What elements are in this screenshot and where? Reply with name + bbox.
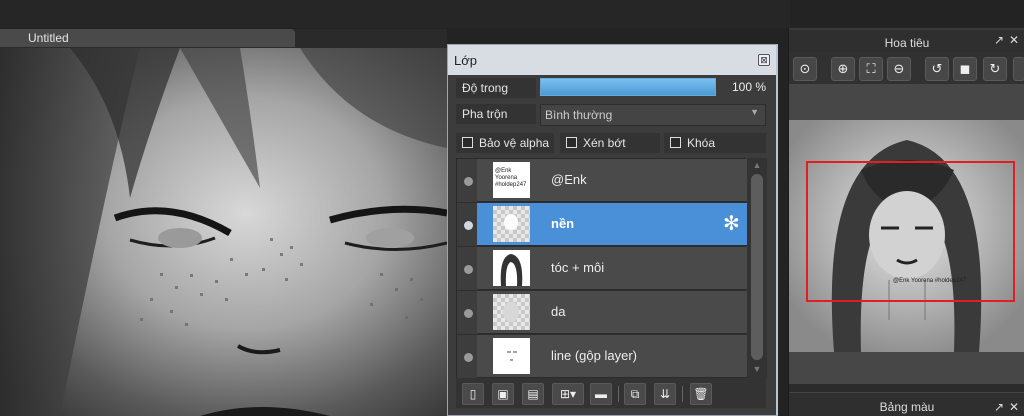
rotate-right-icon[interactable]: ↻ — [983, 57, 1007, 81]
eye-dot — [464, 353, 473, 362]
more-tools-icon[interactable] — [1013, 57, 1024, 81]
navigator-toolbar: ⊙ ⊕ ⛶ ⊖ ↺ ◼ ↻ — [789, 52, 1024, 84]
popout-icon[interactable]: ↗ — [993, 401, 1005, 413]
eye-dot — [464, 309, 473, 318]
lock-label: Khóa — [687, 136, 716, 150]
close-icon[interactable]: ✕ — [1008, 34, 1020, 46]
zoom-out-icon[interactable]: ⊖ — [887, 57, 911, 81]
layer-list-scrollbar[interactable]: ▲ ▼ — [747, 158, 767, 378]
navigator-header: Hoa tiêu ↗ ✕ — [789, 28, 1024, 52]
layer-row-line[interactable]: line (gộp layer) — [457, 335, 747, 378]
canvas-artwork — [0, 48, 447, 416]
thumbnail-art — [503, 302, 519, 322]
document-tab-label: Untitled — [28, 31, 69, 45]
eye-dot — [464, 177, 473, 186]
layer-list: @Enk Yoorena #holdep247 @Enk nền ✻ tóc +… — [456, 158, 747, 378]
visibility-column — [457, 203, 477, 246]
opacity-label: Độ trong — [456, 78, 536, 98]
drawing-canvas[interactable] — [0, 48, 447, 416]
opacity-slider-fill — [541, 79, 715, 95]
eye-icon[interactable] — [461, 218, 473, 230]
lock-checkbox[interactable]: Khóa — [664, 133, 766, 153]
close-icon[interactable]: ⊠ — [758, 54, 770, 66]
layer-name: da — [551, 304, 566, 319]
zoom-in-icon[interactable]: ⊕ — [831, 57, 855, 81]
eye-dot — [464, 221, 473, 230]
new-layer-1bit-icon[interactable]: ▤ — [522, 383, 544, 405]
new-layer-8bit-icon[interactable]: ▣ — [492, 383, 514, 405]
chevron-down-icon: ▼ — [750, 107, 759, 117]
layer-thumbnail: @Enk Yoorena #holdep247 — [493, 162, 530, 198]
blend-mode-label: Pha trộn — [456, 104, 536, 124]
opacity-value: 100 % — [731, 80, 766, 94]
layer-name: @Enk — [551, 172, 587, 187]
blend-mode-select[interactable]: Bình thường ▼ — [540, 104, 766, 126]
layer-thumbnail — [493, 250, 530, 286]
checkbox-box — [670, 137, 681, 148]
clipping-checkbox[interactable]: Xén bớt — [560, 133, 660, 153]
visibility-column — [457, 159, 477, 202]
popout-icon[interactable]: ↗ — [993, 34, 1005, 46]
checkbox-box — [462, 137, 473, 148]
layer-row-da[interactable]: da — [457, 291, 747, 334]
visibility-column — [457, 247, 477, 290]
opacity-slider[interactable] — [540, 78, 716, 96]
rotate-left-icon[interactable]: ↺ — [925, 57, 949, 81]
layers-panel-title: Lớp — [454, 53, 477, 68]
layer-name: line (gộp layer) — [551, 348, 637, 363]
add-layer-menu-icon[interactable]: ⊞▾ — [552, 383, 584, 405]
eye-dot — [464, 265, 473, 274]
fit-icon[interactable]: ⛶ — [859, 57, 883, 81]
layer-row-toc-moi[interactable]: tóc + môi — [457, 247, 747, 290]
layer-row-nen[interactable]: nền ✻ — [457, 203, 747, 246]
duplicate-layer-icon[interactable]: ⧉ — [624, 383, 646, 405]
thumbnail-art — [500, 254, 523, 286]
navigator-title: Hoa tiêu — [884, 36, 930, 50]
new-folder-icon[interactable]: ▬ — [590, 383, 612, 405]
clipping-label: Xén bớt — [583, 136, 626, 150]
reset-view-icon[interactable]: ◼ — [953, 57, 977, 81]
scroll-thumb[interactable] — [751, 174, 763, 360]
toolbar-separator — [682, 386, 683, 402]
thumbnail-art — [507, 351, 517, 361]
checkbox-box — [566, 137, 577, 148]
scroll-down-icon[interactable]: ▼ — [751, 364, 763, 376]
toolbar-separator — [618, 386, 619, 402]
layers-panel-header: Lớp ⊠ — [448, 45, 776, 75]
layer-thumbnail — [493, 294, 530, 330]
layers-panel: Lớp ⊠ Độ trong 100 % Pha trộn Bình thườn… — [447, 44, 778, 416]
scroll-up-icon[interactable]: ▲ — [751, 160, 763, 172]
document-tab[interactable]: Untitled — [0, 29, 295, 48]
protect-alpha-label: Bảo vệ alpha — [479, 136, 550, 150]
layer-toolbar: ▯ ▣ ▤ ⊞▾ ▬ ⧉ ⇊ 🗑 — [456, 378, 766, 408]
eye-icon[interactable] — [461, 262, 473, 274]
eye-icon[interactable] — [461, 306, 473, 318]
visibility-column — [457, 335, 477, 378]
merge-down-icon[interactable]: ⇊ — [654, 383, 676, 405]
palette-title: Bảng màu — [879, 400, 935, 414]
navigator-panel: Hoa tiêu ↗ ✕ ⊙ ⊕ ⛶ ⊖ ↺ ◼ ↻ @Enk Yoorena … — [788, 28, 1024, 416]
layer-name: nền — [551, 216, 575, 231]
eye-icon[interactable] — [461, 174, 473, 186]
close-icon[interactable]: ✕ — [1008, 401, 1020, 413]
layer-thumbnail — [493, 206, 530, 242]
visibility-column — [457, 291, 477, 334]
layer-thumbnail — [493, 338, 530, 374]
delete-layer-icon[interactable]: 🗑 — [690, 383, 712, 405]
new-layer-icon[interactable]: ▯ — [462, 383, 484, 405]
palette-header: Bảng màu ↗ ✕ — [789, 392, 1024, 416]
blend-mode-value: Bình thường — [545, 108, 613, 122]
protect-alpha-checkbox[interactable]: Bảo vệ alpha — [456, 133, 554, 153]
layer-thumbnail-caption: @Enk Yoorena #holdep247 — [495, 168, 527, 188]
layer-row-enk[interactable]: @Enk Yoorena #holdep247 @Enk — [457, 159, 747, 202]
tab-strip — [295, 29, 447, 48]
top-bar — [0, 0, 790, 28]
layer-name: tóc + môi — [551, 260, 605, 275]
zoom-actual-icon[interactable]: ⊙ — [793, 57, 817, 81]
gear-icon[interactable]: ✻ — [723, 214, 743, 234]
eye-icon[interactable] — [461, 350, 473, 362]
viewport-indicator[interactable] — [806, 161, 1015, 302]
thumbnail-art — [504, 214, 518, 230]
